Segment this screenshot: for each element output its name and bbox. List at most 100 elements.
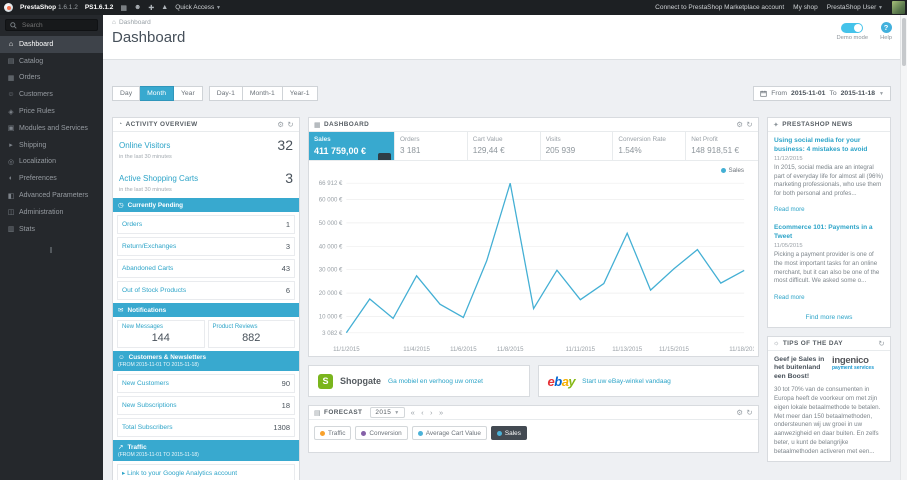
kpi-visits[interactable]: Visits 205 939 xyxy=(541,132,614,160)
chevron-down-icon: ▼ xyxy=(394,409,400,416)
find-more-news-link[interactable]: Find more news xyxy=(806,314,853,321)
total-subscribers-link[interactable]: Total Subscribers xyxy=(122,424,173,431)
sidebar-item-modules[interactable]: ▣ Modules and Services xyxy=(0,120,103,137)
scrollbar-thumb[interactable] xyxy=(902,18,906,66)
demo-mode-toggle[interactable] xyxy=(841,23,864,33)
sidebar-item-price-rules[interactable]: ◈ Price Rules xyxy=(0,103,103,120)
range-year-button[interactable]: Year xyxy=(173,86,203,101)
year-select[interactable]: 2015 ▼ xyxy=(370,407,405,418)
my-shop-link[interactable]: My shop xyxy=(793,4,818,11)
refresh-icon[interactable]: ↻ xyxy=(878,339,885,348)
sidebar-item-label: Customers xyxy=(19,91,53,99)
sidebar-item-dashboard[interactable]: ⌂ Dashboard xyxy=(0,36,103,53)
sidebar-item-orders[interactable]: ▦ Orders xyxy=(0,70,103,87)
toggle-sales[interactable]: Sales xyxy=(490,426,527,440)
sidebar-search[interactable] xyxy=(5,19,98,31)
shopgate-promo[interactable]: S Shopgate Ga mobiel en verhoog uw omzet xyxy=(308,365,530,397)
svg-text:30 000 €: 30 000 € xyxy=(319,267,343,274)
new-messages-cell[interactable]: New Messages 144 xyxy=(117,320,205,348)
sidebar-item-stats[interactable]: ▥ Stats xyxy=(0,221,103,238)
kpi-net-profit[interactable]: Net Profit 148 918,51 € xyxy=(686,132,758,160)
sidebar-item-customers[interactable]: ☺ Customers xyxy=(0,86,103,103)
cart-icon[interactable]: ▦ xyxy=(120,4,127,12)
chevron-down-icon: ▼ xyxy=(878,5,883,11)
kpi-conversion-rate[interactable]: Conversion Rate 1.54% xyxy=(613,132,687,160)
out-of-stock-link[interactable]: Out of Stock Products xyxy=(122,287,186,294)
user-menu[interactable]: PrestaShop User ▼ xyxy=(827,4,883,11)
last-page-icon[interactable]: » xyxy=(439,408,444,417)
prev-page-icon[interactable]: ‹ xyxy=(421,408,424,417)
sidebar-item-label: Shipping xyxy=(19,141,47,149)
sidebar-item-advanced-parameters[interactable]: ◧ Advanced Parameters xyxy=(0,187,103,204)
activity-panel-title: ACTIVITY OVERVIEW xyxy=(125,121,198,128)
sidebar-item-shipping[interactable]: ▸ Shipping xyxy=(0,137,103,154)
pending-row: Abandoned Carts 43 xyxy=(117,259,295,278)
abandoned-carts-link[interactable]: Abandoned Carts xyxy=(122,265,173,272)
search-icon xyxy=(10,21,17,29)
sidebar-item-preferences[interactable]: ◐ Preferences xyxy=(0,170,103,187)
article-title-link[interactable]: Using social media for your business: 4 … xyxy=(774,137,884,154)
profile-icon[interactable]: ☻ xyxy=(134,4,141,11)
shop-name[interactable]: PS1.6.1.2 xyxy=(85,4,114,11)
pin-icon[interactable]: ✚ xyxy=(148,4,154,12)
range-day-button[interactable]: Day xyxy=(112,86,141,101)
ebay-link[interactable]: Start uw eBay-winkel vandaag xyxy=(582,378,671,385)
refresh-icon[interactable]: ↻ xyxy=(287,120,294,129)
pending-orders-link[interactable]: Orders xyxy=(122,221,142,228)
svg-text:50 000 €: 50 000 € xyxy=(319,220,343,227)
rocket-icon[interactable]: ▲ xyxy=(161,4,168,11)
sidebar-item-label: Preferences xyxy=(19,175,57,183)
marketplace-link[interactable]: Connect to PrestaShop Marketplace accoun… xyxy=(655,4,784,11)
gear-icon[interactable]: ⚙ xyxy=(277,120,284,129)
pending-returns-link[interactable]: Return/Exchanges xyxy=(122,243,176,250)
refresh-icon[interactable]: ↻ xyxy=(746,408,753,417)
ebay-promo[interactable]: ebay Start uw eBay-winkel vandaag xyxy=(537,365,759,397)
new-messages-link[interactable]: New Messages xyxy=(122,324,200,330)
quick-access-menu[interactable]: Quick Access ▼ xyxy=(175,4,221,11)
ebay-letter: y xyxy=(568,373,576,389)
date-range-picker[interactable]: From 2015-11-01 To 2015-11-18 ▼ xyxy=(753,86,891,101)
page-title: Dashboard xyxy=(112,29,186,46)
shopgate-link[interactable]: Ga mobiel en verhoog uw omzet xyxy=(388,378,483,385)
active-carts-link[interactable]: Active Shopping Carts xyxy=(119,174,198,183)
new-subscriptions-link[interactable]: New Subscriptions xyxy=(122,402,177,409)
next-page-icon[interactable]: › xyxy=(430,408,433,417)
range-year-1-button[interactable]: Year-1 xyxy=(282,86,318,101)
online-visitors-link[interactable]: Online Visitors xyxy=(119,141,170,150)
toggle-average-cart-value[interactable]: Average Cart Value xyxy=(411,426,487,440)
svg-text:11/11/2015: 11/11/2015 xyxy=(566,346,596,353)
collapse-sidebar-button[interactable]: ‖ xyxy=(0,246,103,255)
ebay-logo: ebay xyxy=(548,374,576,389)
breadcrumb[interactable]: ⌂ Dashboard xyxy=(112,19,151,26)
range-day-1-button[interactable]: Day-1 xyxy=(208,86,243,101)
sidebar-item-localization[interactable]: ◎ Localization xyxy=(0,154,103,171)
new-customers-link[interactable]: New Customers xyxy=(122,380,169,387)
google-analytics-link[interactable]: ▸ Link to your Google Analytics account xyxy=(122,469,237,477)
gear-icon[interactable]: ⚙ xyxy=(736,408,743,417)
refresh-icon[interactable]: ↻ xyxy=(746,120,753,129)
user-avatar[interactable] xyxy=(892,1,905,14)
vertical-scrollbar[interactable] xyxy=(900,15,907,480)
product-reviews-cell[interactable]: Product Reviews 882 xyxy=(207,320,295,348)
sidebar-item-label: Orders xyxy=(19,74,41,82)
range-month-button[interactable]: Month xyxy=(140,86,174,101)
range-month-1-button[interactable]: Month-1 xyxy=(242,86,283,101)
search-input[interactable] xyxy=(20,20,88,30)
svg-text:11/13/2015: 11/13/2015 xyxy=(612,346,643,353)
toggle-conversion[interactable]: Conversion xyxy=(355,426,408,440)
product-reviews-link[interactable]: Product Reviews xyxy=(213,324,291,330)
read-more-link[interactable]: Read more xyxy=(774,294,805,301)
toggle-traffic[interactable]: Traffic xyxy=(314,426,352,440)
article-title-link[interactable]: Ecommerce 101: Payments in a Tweet xyxy=(774,224,884,241)
first-page-icon[interactable]: « xyxy=(411,408,416,417)
customers-row: Total Subscribers 1308 xyxy=(117,418,295,437)
online-visitors-subtext: in the last 30 minutes xyxy=(119,154,172,160)
kpi-cart-value[interactable]: Cart Value 129,44 € xyxy=(468,132,541,160)
help-icon[interactable]: ? xyxy=(880,22,892,33)
gear-icon[interactable]: ⚙ xyxy=(736,120,743,129)
kpi-orders[interactable]: Orders 3 181 xyxy=(395,132,468,160)
kpi-sales[interactable]: Sales 411 759,00 € xyxy=(309,132,395,160)
read-more-link[interactable]: Read more xyxy=(774,206,805,213)
sidebar-item-administration[interactable]: ◫ Administration xyxy=(0,204,103,221)
sidebar-item-catalog[interactable]: ▤ Catalog xyxy=(0,53,103,70)
